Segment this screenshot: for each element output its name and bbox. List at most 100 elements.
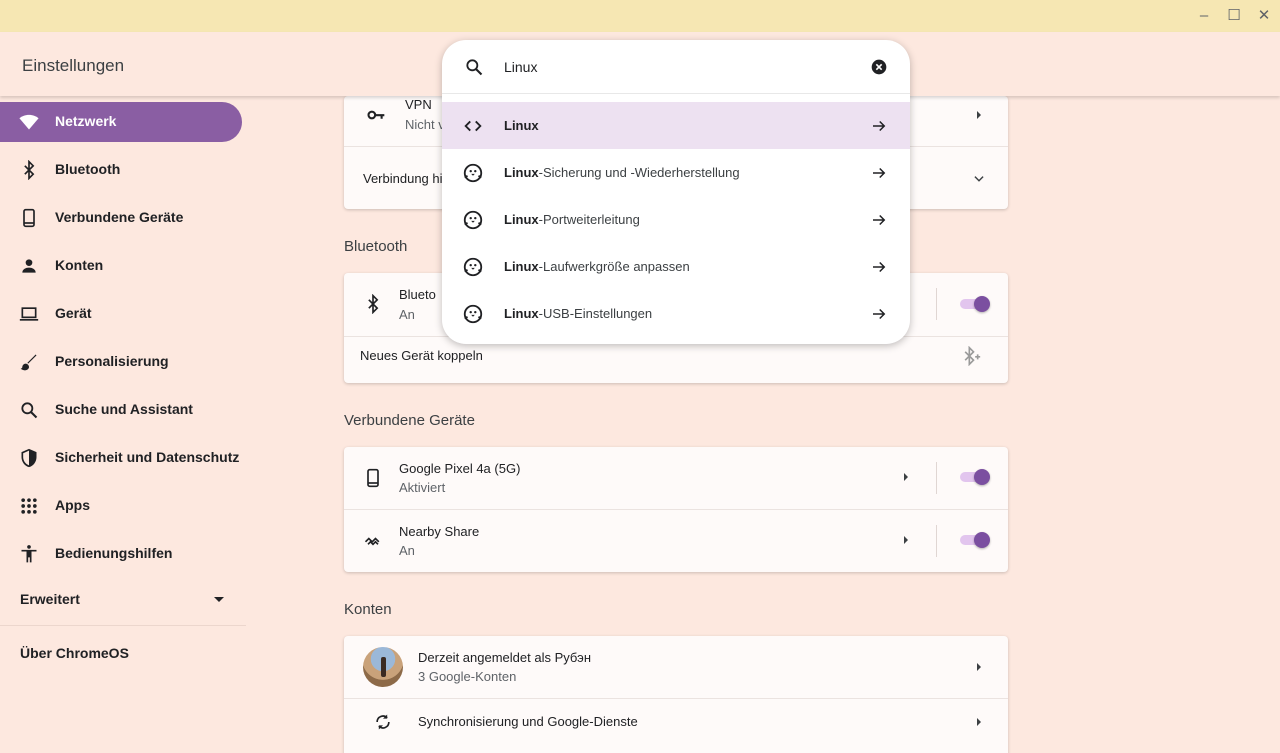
nearby-share-toggle[interactable] [958, 532, 990, 548]
linux-penguin-icon [463, 210, 483, 230]
linux-penguin-icon [463, 163, 483, 183]
search-result-item[interactable]: Linux-Sicherung und -Wiederherstellung [442, 149, 910, 196]
bluetooth-icon [368, 294, 379, 314]
accounts-arrow-icon [977, 663, 981, 671]
apps-grid-icon [21, 498, 37, 514]
linux-penguin-icon [463, 304, 483, 324]
sync-row[interactable]: Synchronisierung und Google-Dienste [344, 699, 1008, 745]
sidebar-item-label: Gerät [55, 305, 92, 321]
bluetooth-section-title: Bluetooth [344, 238, 408, 255]
caret-down-icon [214, 597, 224, 602]
search-input[interactable] [504, 56, 804, 78]
accounts-card: Derzeit angemeldet als Рубэн 3 Google-Ko… [344, 636, 1008, 753]
wifi-icon [19, 114, 39, 130]
row-separator [936, 288, 937, 320]
nearby-share-arrow-icon [904, 536, 908, 544]
shield-icon [21, 448, 37, 468]
sidebar-item-suche-und-assistant[interactable]: Suche und Assistant [0, 390, 242, 430]
search-result-text: Linux-Laufwerkgröße anpassen [504, 259, 690, 274]
search-divider [442, 93, 910, 94]
device-title: Google Pixel 4a (5G) [399, 461, 521, 476]
maximize-button[interactable]: ☐ [1224, 6, 1244, 26]
sidebar-divider [0, 625, 246, 626]
search-icon [21, 402, 38, 419]
sidebar-item-label: Konten [55, 257, 104, 273]
search-result-text: Linux-Sicherung und -Wiederherstellung [504, 165, 740, 180]
bluetooth-title: Blueto [399, 287, 436, 302]
sidebar-item-bluetooth[interactable]: Bluetooth [0, 150, 242, 190]
bluetooth-add-icon [964, 346, 981, 366]
sidebar-item-netzwerk[interactable]: Netzwerk [0, 102, 242, 142]
advanced-label: Erweitert [20, 591, 80, 607]
sync-arrow-icon [977, 718, 981, 726]
sidebar-item-label: Personalisierung [55, 353, 169, 369]
bluetooth-status: An [399, 307, 415, 322]
search-result-item[interactable]: Linux [442, 102, 910, 149]
arrow-right-icon [873, 214, 886, 226]
bluetooth-toggle[interactable] [958, 296, 990, 312]
arrow-right-icon [873, 167, 886, 179]
search-icon [466, 59, 483, 76]
signed-in-title: Derzeit angemeldet als Рубэн [418, 650, 591, 665]
sidebar-item-sicherheit-und-datenschutz[interactable]: Sicherheit und Datenschutz [0, 438, 242, 478]
sidebar-item-label: Verbundene Geräte [55, 209, 184, 225]
sidebar-item-konten[interactable]: Konten [0, 246, 242, 286]
connected-devices-card: Google Pixel 4a (5G) Aktiviert Nearby Sh… [344, 447, 1008, 572]
sidebar-item-personalisierung[interactable]: Personalisierung [0, 342, 242, 382]
phone-icon [367, 468, 379, 488]
search-result-text: Linux [504, 118, 539, 133]
arrow-right-icon [873, 261, 886, 273]
vpn-title: VPN [405, 97, 432, 112]
close-window-button[interactable]: ✕ [1254, 6, 1274, 26]
chevron-down-icon [974, 176, 984, 182]
avatar [363, 647, 403, 687]
vpn-arrow-icon [977, 111, 981, 119]
sidebar-item-verbundene-geraete[interactable]: Verbundene Geräte [0, 198, 242, 238]
search-result-item[interactable]: Linux-Portweiterleitung [442, 196, 910, 243]
add-connection-label: Verbindung hi [363, 171, 443, 186]
search-result-item[interactable]: Linux-Laufwerkgröße anpassen [442, 243, 910, 290]
signed-in-row[interactable]: Derzeit angemeldet als Рубэн 3 Google-Ko… [344, 636, 1008, 698]
sidebar-item-apps[interactable]: Apps [0, 486, 242, 526]
sidebar-item-label: Apps [55, 497, 90, 513]
about-chromeos-link[interactable]: Über ChromeOS [20, 645, 129, 661]
search-result-text: Linux-USB-Einstellungen [504, 306, 653, 321]
person-icon [22, 259, 36, 273]
sidebar-item-label: Suche und Assistant [55, 401, 193, 417]
minimize-button[interactable]: – [1194, 6, 1214, 26]
connected-devices-section-title: Verbundene Geräte [344, 412, 475, 429]
search-box: Linux Linux-Sicherung und -Wiederherstel… [442, 40, 910, 344]
pixel-device-row[interactable]: Google Pixel 4a (5G) Aktiviert [344, 447, 1008, 509]
linux-penguin-icon [463, 257, 483, 277]
search-result-item[interactable]: Linux-USB-Einstellungen [442, 290, 910, 337]
row-separator [936, 462, 937, 494]
clear-search-icon[interactable] [871, 59, 887, 75]
phone-icon [23, 208, 35, 228]
pair-device-label: Neues Gerät koppeln [360, 348, 483, 363]
accounts-count: 3 Google-Konten [418, 669, 517, 684]
sidebar-item-label: Sicherheit und Datenschutz [55, 449, 240, 465]
app-title: Einstellungen [22, 56, 125, 75]
brush-icon [20, 354, 37, 371]
search-result-text: Linux-Portweiterleitung [504, 212, 640, 227]
sidebar: Netzwerk Bluetooth Verbundene Geräte Kon… [0, 96, 250, 753]
vpn-subtitle: Nicht v [405, 117, 445, 132]
device-subtitle: Aktiviert [399, 480, 446, 495]
accounts-section-title: Konten [344, 601, 392, 618]
nearby-share-row[interactable]: Nearby Share An [344, 510, 1008, 572]
sync-icon [376, 714, 390, 730]
sidebar-item-label: Netzwerk [55, 113, 117, 129]
sidebar-item-label: Bedienungshilfen [55, 545, 173, 561]
sidebar-item-label: Bluetooth [55, 161, 121, 177]
arrow-right-icon [873, 120, 886, 132]
sync-label: Synchronisierung und Google-Dienste [418, 714, 638, 729]
sidebar-item-bedienungshilfen[interactable]: Bedienungshilfen [0, 534, 242, 574]
device-arrow-icon [904, 473, 908, 481]
arrow-right-icon [873, 308, 886, 320]
bluetooth-icon [24, 160, 35, 180]
row-separator [936, 525, 937, 557]
sidebar-item-geraet[interactable]: Gerät [0, 294, 242, 334]
pixel-toggle[interactable] [958, 469, 990, 485]
window-titlebar: – ☐ ✕ [0, 0, 1280, 32]
advanced-toggle[interactable]: Erweitert [0, 580, 242, 620]
